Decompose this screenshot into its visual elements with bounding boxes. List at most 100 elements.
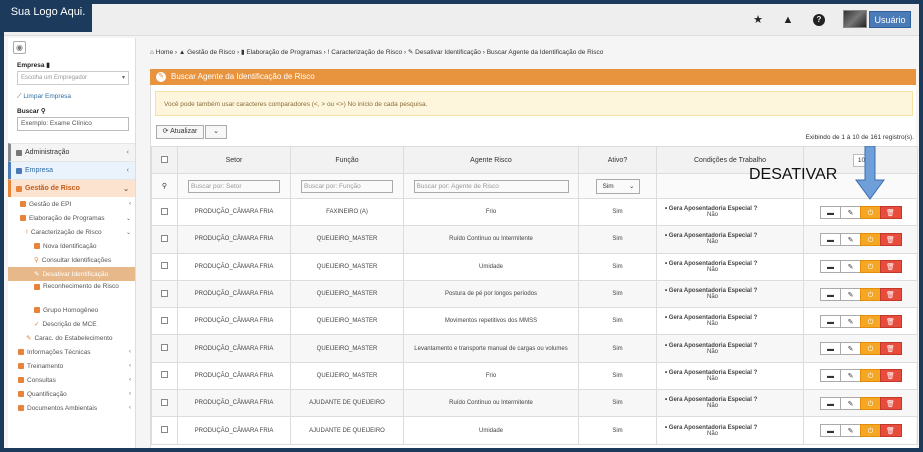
header-setor[interactable]: Setor	[177, 146, 291, 174]
star-icon[interactable]: ★	[752, 14, 764, 26]
deactivate-button[interactable]: ⏻	[859, 314, 882, 328]
row-checkbox[interactable]	[161, 207, 168, 215]
refresh-button[interactable]: ⟳ Atualizar	[156, 125, 204, 139]
sidebar-toggle-icon[interactable]: ◉	[13, 40, 26, 54]
delete-button[interactable]: 🗑	[879, 232, 902, 246]
empresa-select[interactable]: Escolha um Empregador ▾	[17, 71, 129, 85]
row-checkbox[interactable]	[161, 289, 168, 297]
delete-button[interactable]: 🗑	[879, 205, 902, 219]
view-card-button[interactable]: ▬	[819, 424, 842, 438]
breadcrumb-gestao-risco[interactable]: Gestão de Risco	[187, 49, 235, 56]
delete-button[interactable]: 🗑	[879, 396, 902, 410]
breadcrumb-home[interactable]: Home	[156, 49, 173, 56]
delete-button[interactable]: 🗑	[879, 314, 902, 328]
sidebar-item-gestao-epi[interactable]: Gestão de EPI ‹	[8, 197, 135, 211]
delete-button[interactable]: 🗑	[879, 369, 902, 383]
cell-agente: Ruído Contínuo ou Intermitente	[403, 225, 579, 254]
row-checkbox[interactable]	[161, 398, 168, 406]
breadcrumb-elaboracao[interactable]: Elaboração de Programas	[246, 49, 322, 56]
help-icon[interactable]: ?	[813, 14, 825, 26]
row-checkbox[interactable]	[161, 316, 168, 324]
sidebar-item-nova-identificacao[interactable]: Nova Identificação	[8, 239, 135, 253]
table-row[interactable]: PRODUÇÃO_CÂMARA FRIA QUEIJEIRO_MASTER Post…	[151, 279, 918, 309]
view-card-button[interactable]: ▬	[819, 287, 842, 301]
table-row[interactable]: PRODUÇÃO_CÂMARA FRIA AJUDANTE DE QUEIJEIR…	[151, 416, 918, 445]
breadcrumb-desativar[interactable]: Desativar Identificação	[415, 49, 481, 56]
view-card-button[interactable]: ▬	[819, 396, 842, 410]
sidebar-item-consultas[interactable]: Consultas ‹	[8, 373, 135, 387]
sidebar-item-carac-estabelecimento[interactable]: ✎ Carac. do Estabelecimento	[8, 331, 135, 345]
delete-button[interactable]: 🗑	[879, 287, 902, 301]
deactivate-button[interactable]: ⏻	[859, 232, 882, 246]
sidebar-item-desativar[interactable]: ✎ Desativar Identificação	[8, 267, 135, 281]
deactivate-button[interactable]: ⏻	[859, 260, 882, 274]
avatar[interactable]	[843, 10, 867, 28]
deactivate-button[interactable]: ⏻	[859, 342, 882, 356]
deactivate-button[interactable]: ⏻	[859, 287, 882, 301]
table-row[interactable]: PRODUÇÃO_CÂMARA FRIA FAXINEIRO (A) Frio Sim…	[151, 197, 918, 227]
view-card-button[interactable]: ▬	[819, 342, 842, 356]
view-card-button[interactable]: ▬	[819, 232, 842, 246]
header-agente-risco[interactable]: Agente Risco	[403, 146, 579, 174]
select-all-checkbox[interactable]	[161, 155, 168, 163]
deactivate-button[interactable]: ⏻	[859, 424, 882, 438]
view-card-button[interactable]: ▬	[819, 369, 842, 383]
edit-button[interactable]: ✎	[839, 205, 862, 219]
delete-button[interactable]: 🗑	[879, 342, 902, 356]
filter-setor-input[interactable]: Buscar por: Setor	[188, 179, 280, 193]
edit-button[interactable]: ✎	[839, 260, 862, 274]
sidebar-item-elaboracao[interactable]: Elaboração de Programas ⌄	[8, 211, 135, 225]
row-checkbox[interactable]	[161, 344, 168, 352]
table-row[interactable]: PRODUÇÃO_CÂMARA FRIA QUEIJEIRO_MASTER Frio…	[151, 361, 918, 391]
header-funcao[interactable]: Função	[290, 146, 404, 174]
edit-button[interactable]: ✎	[839, 232, 862, 246]
view-card-button[interactable]: ▬	[819, 260, 842, 274]
table-row[interactable]: PRODUÇÃO_CÂMARA FRIA AJUDANTE DE QUEIJEIR…	[151, 389, 918, 418]
view-card-button[interactable]: ▬	[819, 205, 842, 219]
row-checkbox[interactable]	[161, 262, 168, 270]
delete-button[interactable]: 🗑	[879, 260, 902, 274]
clear-empresa-link[interactable]: ⟋ Limpar Empresa	[17, 93, 135, 101]
row-checkbox[interactable]	[161, 426, 168, 434]
table-row[interactable]: PRODUÇÃO_CÂMARA FRIA QUEIJEIRO_MASTER Umid…	[151, 252, 918, 281]
sidebar-search-input[interactable]: Exemplo: Exame Clínico	[17, 117, 129, 131]
sidebar-item-grupo-homogeneo[interactable]: Grupo Homogêneo	[8, 303, 135, 317]
row-checkbox[interactable]	[161, 371, 168, 379]
sidebar-section-administracao[interactable]: Administração ‹	[8, 143, 135, 161]
sidebar-item-informacoes[interactable]: Informações Técnicas ‹	[8, 345, 135, 359]
select-all-header[interactable]	[151, 146, 178, 174]
deactivate-button[interactable]: ⏻	[859, 396, 882, 410]
edit-button[interactable]: ✎	[839, 424, 862, 438]
breadcrumb-caracterizacao[interactable]: Caracterização de Risco	[331, 49, 402, 56]
edit-button[interactable]: ✎	[839, 342, 862, 356]
chevron-left-icon: ‹	[126, 149, 129, 156]
sidebar-section-gestao-risco[interactable]: Gestão de Risco ⌄	[8, 179, 135, 197]
edit-button[interactable]: ✎	[839, 287, 862, 301]
table-row[interactable]: PRODUÇÃO_CÂMARA FRIA QUEIJEIRO_MASTER Movi…	[151, 307, 918, 336]
filter-agente-input[interactable]: Buscar por: Agente de Risco	[413, 179, 569, 193]
sidebar-item-quantificacao[interactable]: Quantificação ‹	[8, 387, 135, 401]
sidebar-item-caracterizacao[interactable]: ! Caracterização de Risco ⌄	[8, 225, 135, 239]
sidebar-item-reconhecimento[interactable]: Reconhecimento de Risco	[8, 281, 135, 303]
filter-funcao-input[interactable]: Buscar por: Função	[301, 179, 393, 193]
sidebar-item-descricao-mce[interactable]: ✓ Descrição de MCE	[8, 317, 135, 331]
edit-button[interactable]: ✎	[839, 369, 862, 383]
deactivate-button[interactable]: ⏻	[859, 205, 882, 219]
delete-button[interactable]: 🗑	[879, 424, 902, 438]
refresh-dropdown-button[interactable]: ⌄	[205, 125, 227, 139]
sidebar-item-documentos[interactable]: Documentos Ambientais ‹	[8, 401, 135, 415]
deactivate-button[interactable]: ⏻	[859, 369, 882, 383]
sidebar-item-consultar[interactable]: ⚲ Consultar Identificações	[8, 253, 135, 267]
sidebar-item-treinamento[interactable]: Treinamento ‹	[8, 359, 135, 373]
view-card-button[interactable]: ▬	[819, 314, 842, 328]
table-row[interactable]: PRODUÇÃO_CÂMARA FRIA QUEIJEIRO_MASTER Ruíd…	[151, 225, 918, 254]
edit-button[interactable]: ✎	[839, 314, 862, 328]
edit-button[interactable]: ✎	[839, 396, 862, 410]
table-row[interactable]: PRODUÇÃO_CÂMARA FRIA QUEIJEIRO_MASTER Leva…	[151, 334, 918, 363]
sidebar-section-empresa[interactable]: Empresa ‹	[8, 161, 135, 179]
user-button[interactable]: Usuário	[869, 11, 911, 28]
row-checkbox[interactable]	[161, 234, 168, 242]
filter-ativo-select[interactable]: Sim ⌄	[595, 178, 640, 194]
header-ativo[interactable]: Ativo?	[578, 146, 657, 174]
warning-icon[interactable]: ▲	[782, 14, 794, 26]
